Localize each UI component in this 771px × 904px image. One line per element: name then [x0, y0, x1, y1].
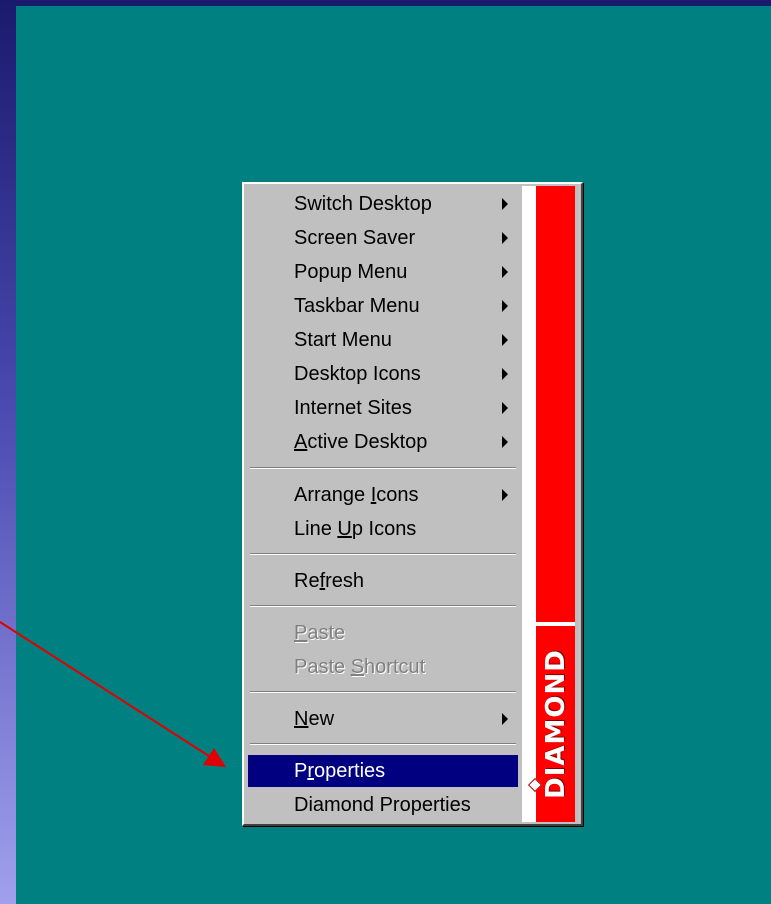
menu-item-start-menu[interactable]: Start Menu — [248, 324, 518, 356]
submenu-arrow-icon — [502, 266, 508, 278]
submenu-arrow-icon — [502, 300, 508, 312]
menu-item-new[interactable]: New — [248, 703, 518, 735]
banner-red-band — [536, 186, 575, 622]
submenu-arrow-icon — [502, 713, 508, 725]
menu-item-label: Internet Sites — [294, 397, 412, 419]
menu-item-label: Arrange Icons — [294, 484, 419, 506]
menu-item-label: Taskbar Menu — [294, 295, 420, 317]
menu-item-line-up-icons[interactable]: Line Up Icons — [248, 513, 518, 545]
menu-item-label: Properties — [294, 760, 386, 782]
menu-item-label: Diamond Properties — [294, 794, 471, 816]
menu-item-popup-menu[interactable]: Popup Menu — [248, 256, 518, 288]
menu-separator — [250, 605, 516, 607]
menu-sidebar-banner: DIAMOND — [522, 186, 575, 822]
menu-separator — [250, 691, 516, 693]
submenu-arrow-icon — [502, 402, 508, 414]
menu-item-label: Line Up Icons — [294, 518, 417, 540]
menu-separator — [250, 743, 516, 745]
menu-item-label: Refresh — [294, 570, 365, 592]
context-menu: Switch Desktop Screen Saver Popup Menu T… — [242, 182, 583, 826]
menu-item-active-desktop[interactable]: Active Desktop — [248, 426, 518, 458]
menu-item-refresh[interactable]: Refresh — [248, 565, 518, 597]
submenu-arrow-icon — [502, 198, 508, 210]
menu-item-label: Screen Saver — [294, 227, 416, 249]
menu-separator — [250, 553, 516, 555]
menu-item-taskbar-menu[interactable]: Taskbar Menu — [248, 290, 518, 322]
menu-item-internet-sites[interactable]: Internet Sites — [248, 392, 518, 424]
menu-item-label: New — [294, 708, 335, 730]
menu-item-diamond-properties[interactable]: Diamond Properties — [248, 789, 518, 821]
menu-item-screen-saver[interactable]: Screen Saver — [248, 222, 518, 254]
menu-item-paste[interactable]: Paste — [248, 617, 518, 649]
menu-item-switch-desktop[interactable]: Switch Desktop — [248, 188, 518, 220]
menu-item-label: Paste — [294, 622, 346, 644]
menu-item-desktop-icons[interactable]: Desktop Icons — [248, 358, 518, 390]
menu-item-label: Paste Shortcut — [294, 656, 426, 678]
diamond-logo: DIAMOND — [540, 649, 571, 799]
submenu-arrow-icon — [502, 334, 508, 346]
menu-item-label: Switch Desktop — [294, 193, 432, 215]
menu-item-arrange-icons[interactable]: Arrange Icons — [248, 479, 518, 511]
menu-item-label: Popup Menu — [294, 261, 408, 283]
submenu-arrow-icon — [502, 368, 508, 380]
menu-item-label: Desktop Icons — [294, 363, 421, 385]
menu-separator — [250, 467, 516, 469]
menu-item-label: Active Desktop — [294, 431, 428, 453]
menu-item-paste-shortcut[interactable]: Paste Shortcut — [248, 651, 518, 683]
menu-item-properties[interactable]: Properties — [248, 755, 518, 787]
menu-item-label: Start Menu — [294, 329, 392, 351]
submenu-arrow-icon — [502, 436, 508, 448]
submenu-arrow-icon — [502, 489, 508, 501]
submenu-arrow-icon — [502, 232, 508, 244]
